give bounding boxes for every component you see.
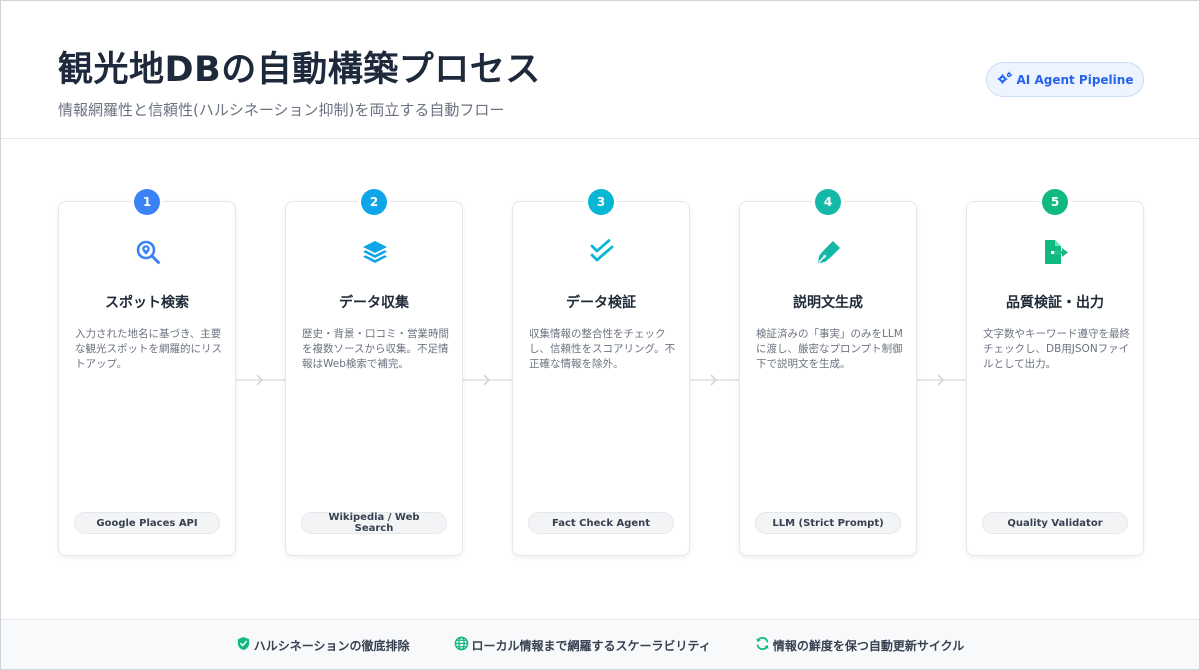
step-card-quality-output: 5 品質検証・出力 文字数やキーワード遵守を最終チェックし、DB用JSONファイ… xyxy=(966,189,1144,556)
benefit-label: 情報の鮮度を保つ自動更新サイクル xyxy=(772,638,965,653)
step-card-data-collection: 2 データ収集 歴史・背景・口コミ・営業時間を複数ソースから収集。不足情報はWe… xyxy=(285,189,463,556)
layers-icon xyxy=(361,238,389,266)
pen-nib-icon xyxy=(815,238,843,266)
step-description: 検証済みの「事実」のみをLLMに渡し、厳密なプロンプト制御下で説明文を生成。 xyxy=(756,328,903,370)
page-title: 観光地DBの自動構築プロセス xyxy=(58,50,541,90)
step-tool-tag: Fact Check Agent xyxy=(528,512,674,534)
step-title: 品質検証・出力 xyxy=(1006,295,1104,311)
header: 観光地DBの自動構築プロセス 情報網羅性と信頼性(ハルシネーション抑制)を両立す… xyxy=(1,1,1199,139)
step-tool-tag: Quality Validator xyxy=(982,512,1128,534)
shield-check-icon xyxy=(236,636,251,654)
step-tool-tag: Google Places API xyxy=(74,512,220,534)
step-title: 説明文生成 xyxy=(793,295,863,311)
step-number-badge: 5 xyxy=(1042,189,1068,215)
benefit-auto-update: 情報の鮮度を保つ自動更新サイクル xyxy=(755,636,964,654)
step-description: 文字数やキーワード遵守を最終チェックし、DB用JSONファイルとして出力。 xyxy=(983,328,1130,370)
chevron-right-icon xyxy=(933,372,949,388)
step-number-badge: 2 xyxy=(361,189,387,215)
chevron-right-icon xyxy=(706,372,722,388)
pipeline-badge-label: AI Agent Pipeline xyxy=(1016,72,1134,87)
step-title: データ収集 xyxy=(339,295,409,311)
step-tool-tag: LLM (Strict Prompt) xyxy=(755,512,901,534)
step-number-badge: 1 xyxy=(134,189,160,215)
benefit-label: ハルシネーションの徹底排除 xyxy=(253,638,410,653)
globe-icon xyxy=(454,636,469,654)
double-check-icon xyxy=(588,238,616,266)
file-export-icon xyxy=(1042,238,1070,266)
step-card-spot-search: 1 スポット検索 入力された地名に基づき、主要な観光スポットを網羅的にリストアッ… xyxy=(58,189,236,556)
step-description: 収集情報の整合性をチェックし、信頼性をスコアリング。不正確な情報を除外。 xyxy=(529,328,676,370)
pipeline-badge: AI Agent Pipeline xyxy=(986,62,1144,97)
benefit-hallucination: ハルシネーションの徹底排除 xyxy=(236,636,410,654)
page: 観光地DBの自動構築プロセス 情報網羅性と信頼性(ハルシネーション抑制)を両立す… xyxy=(0,0,1200,670)
step-description: 入力された地名に基づき、主要な観光スポットを網羅的にリストアップ。 xyxy=(75,328,222,370)
sync-icon xyxy=(755,636,770,654)
step-number-badge: 3 xyxy=(588,189,614,215)
step-description: 歴史・背景・口コミ・営業時間を複数ソースから収集。不足情報はWeb検索で補完。 xyxy=(302,328,449,370)
step-title: データ検証 xyxy=(566,295,636,311)
benefit-scalability: ローカル情報まで網羅するスケーラビリティ xyxy=(454,636,711,654)
page-subtitle: 情報網羅性と信頼性(ハルシネーション抑制)を両立する自動フロー xyxy=(58,101,505,119)
location-search-icon xyxy=(134,238,162,266)
chevron-right-icon xyxy=(252,372,268,388)
step-card-description-generation: 4 説明文生成 検証済みの「事実」のみをLLMに渡し、厳密なプロンプト制御下で説… xyxy=(739,189,917,556)
step-number-badge: 4 xyxy=(815,189,841,215)
process-steps: 1 スポット検索 入力された地名に基づき、主要な観光スポットを網羅的にリストアッ… xyxy=(1,139,1199,619)
step-card-data-verification: 3 データ検証 収集情報の整合性をチェックし、信頼性をスコアリング。不正確な情報… xyxy=(512,189,690,556)
step-title: スポット検索 xyxy=(105,295,189,311)
benefit-label: ローカル情報まで網羅するスケーラビリティ xyxy=(471,638,711,653)
footer-benefits: ハルシネーションの徹底排除 ローカル情報まで網羅するスケーラビリティ 情報の鮮度… xyxy=(1,619,1199,669)
gears-icon xyxy=(997,71,1013,88)
chevron-right-icon xyxy=(479,372,495,388)
step-tool-tag: Wikipedia / Web Search xyxy=(301,512,447,534)
